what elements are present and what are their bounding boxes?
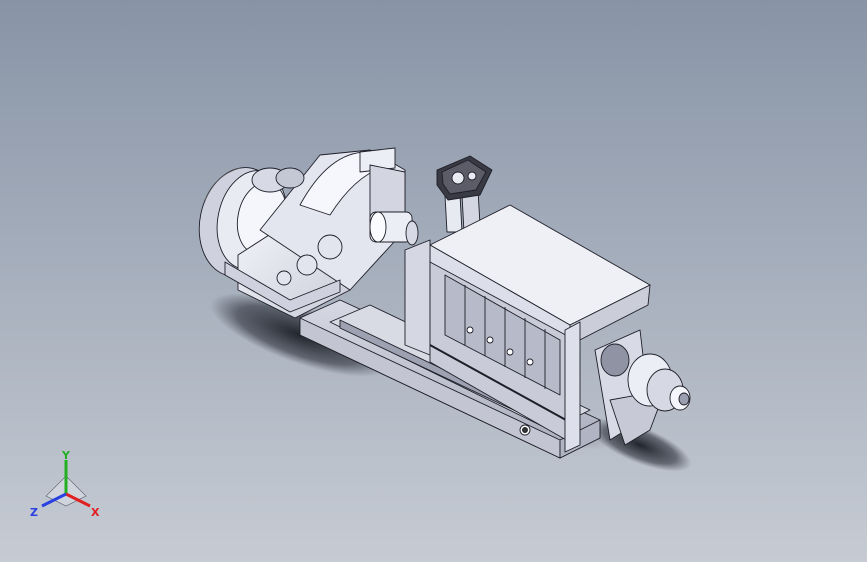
discharge-end[interactable] (594, 329, 691, 446)
graphics-viewport[interactable]: Y X Z (0, 0, 867, 562)
y-axis-label: Y (61, 449, 71, 462)
coupling-shaft[interactable] (369, 211, 419, 246)
view-orientation-triad[interactable]: Y X Z (24, 446, 108, 530)
x-axis-label: X (91, 506, 100, 519)
oil-press-assembly-icon[interactable] (0, 0, 867, 562)
z-axis-label: Z (30, 506, 38, 519)
